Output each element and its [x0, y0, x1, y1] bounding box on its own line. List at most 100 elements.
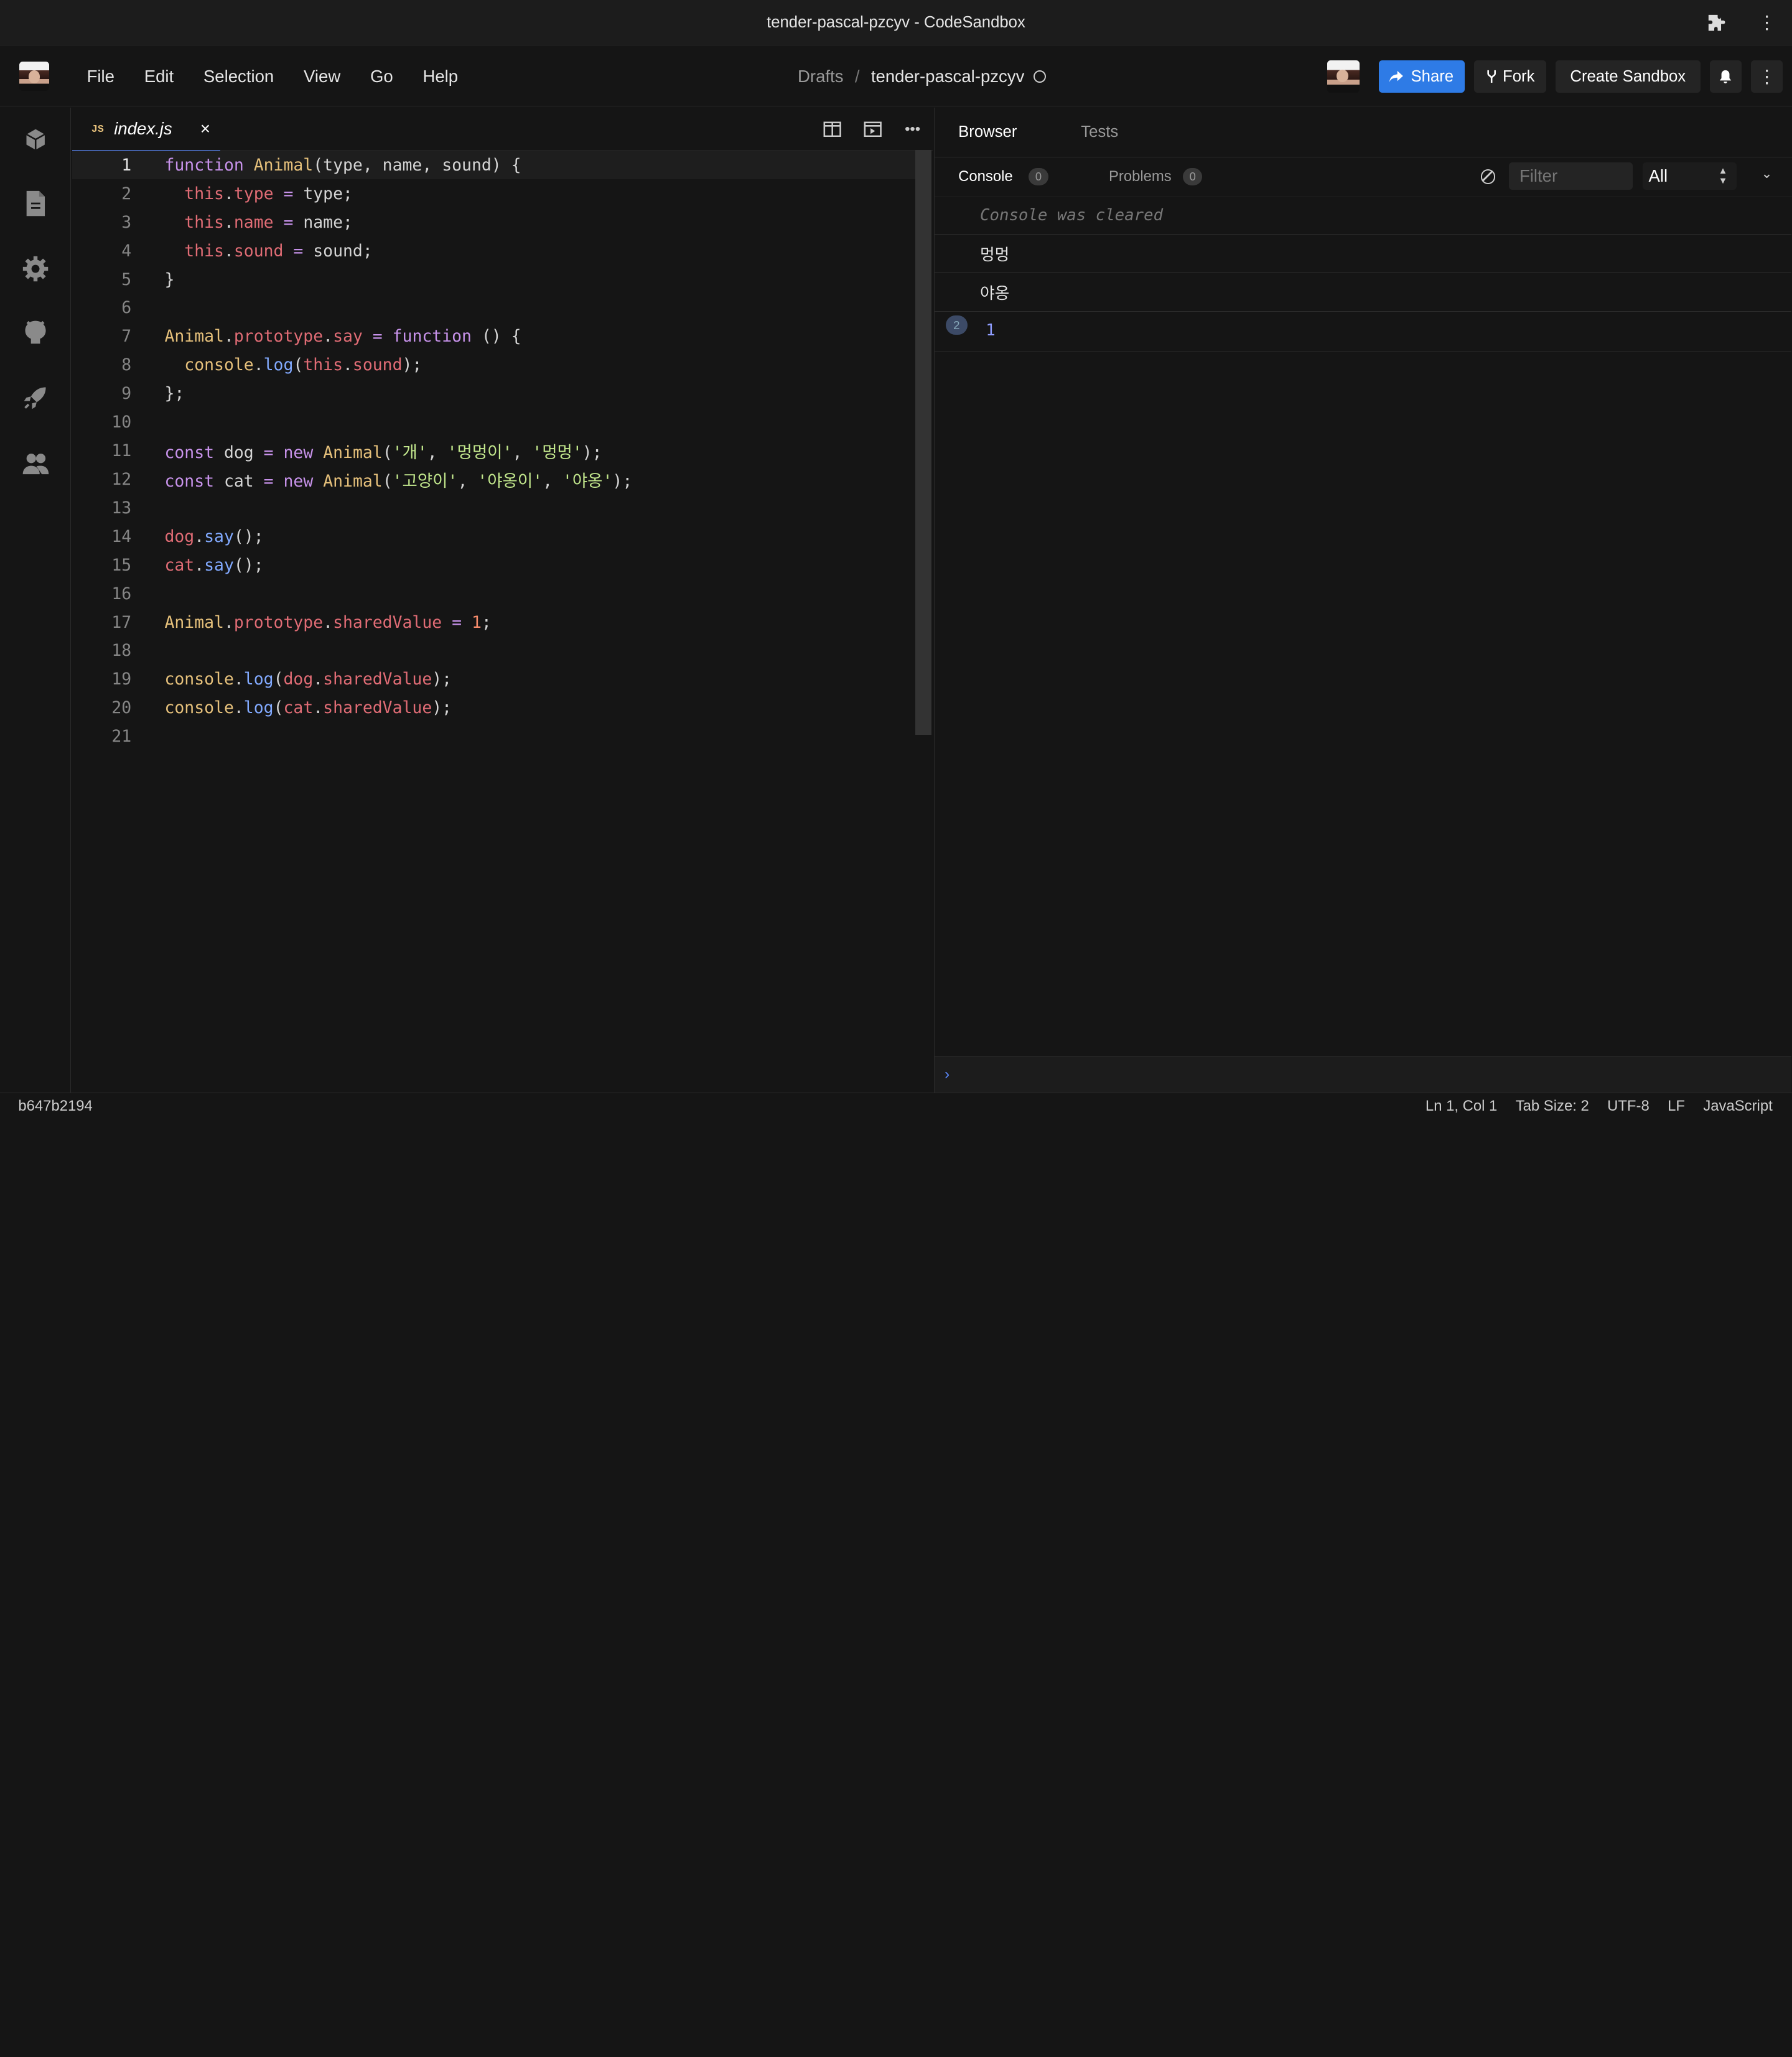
- language-mode[interactable]: JavaScript: [1703, 1098, 1772, 1115]
- tab-browser[interactable]: Browser: [958, 123, 1017, 141]
- menu-go[interactable]: Go: [355, 67, 408, 86]
- code-line[interactable]: 15 cat.say();: [72, 551, 915, 579]
- line-number: 5: [121, 269, 132, 289]
- line-number: 2: [121, 184, 132, 203]
- tab-size[interactable]: Tab Size: 2: [1516, 1098, 1589, 1115]
- code-line[interactable]: 10: [72, 408, 915, 437]
- line-content: cat.say();: [164, 555, 264, 575]
- fork-label: Fork: [1503, 67, 1535, 85]
- title-bar: tender-pascal-pzcyv - CodeSandbox ⋮: [0, 0, 1792, 46]
- line-number: 16: [111, 584, 132, 604]
- code-line[interactable]: 20 console.log(cat.sharedValue);: [72, 694, 915, 722]
- editor-toolbar: •••: [813, 108, 933, 151]
- code-line[interactable]: 5}: [72, 265, 915, 294]
- code-line[interactable]: 14 dog.say();: [72, 522, 915, 551]
- user-avatar[interactable]: [19, 61, 49, 91]
- settings-gear-icon[interactable]: [22, 255, 49, 282]
- code-line[interactable]: 9};: [72, 380, 915, 408]
- menu-view[interactable]: View: [289, 67, 355, 86]
- line-number: 11: [111, 441, 132, 461]
- code-line[interactable]: 4 this.sound = sound;: [72, 236, 915, 265]
- fork-button[interactable]: Fork: [1474, 60, 1546, 93]
- globe-icon[interactable]: [1034, 70, 1047, 83]
- tab-filename: index.js: [114, 119, 172, 139]
- sandbox-name[interactable]: tender-pascal-pzcyv: [871, 67, 1025, 86]
- code-line[interactable]: 7 Animal.prototype.say = function () {: [72, 322, 915, 351]
- github-icon[interactable]: [22, 319, 49, 346]
- sandbox-info-icon[interactable]: [22, 126, 49, 153]
- tab-index-js[interactable]: JS index.js ×: [72, 107, 221, 151]
- line-ending[interactable]: LF: [1668, 1098, 1685, 1115]
- create-sandbox-button[interactable]: Create Sandbox: [1555, 60, 1701, 93]
- extensions-icon[interactable]: [1691, 0, 1742, 45]
- status-bar: b647b2194 Ln 1, Col 1 Tab Size: 2 UTF-8 …: [0, 1092, 1792, 1120]
- activity-bar: [0, 107, 71, 1093]
- code-line[interactable]: 3 this.name = name;: [72, 208, 915, 236]
- console-cleared-message: Console was cleared: [980, 205, 1164, 225]
- menu-edit[interactable]: Edit: [129, 67, 189, 86]
- cursor-position[interactable]: Ln 1, Col 1: [1426, 1098, 1497, 1115]
- code-line[interactable]: 12 const cat = new Animal('고양이', '야옹이', '…: [72, 465, 915, 494]
- line-content: console.log(dog.sharedValue);: [164, 669, 452, 689]
- log-level-select[interactable]: All ▲ ▼: [1643, 162, 1737, 190]
- chevron-down-icon[interactable]: ⌄: [1761, 166, 1772, 182]
- line-number: 9: [121, 384, 132, 404]
- editor-tabs: JS index.js × •••: [72, 107, 933, 151]
- console-log-text: 야옹: [980, 285, 1010, 303]
- code-line[interactable]: 17 Animal.prototype.sharedValue = 1;: [72, 608, 915, 637]
- explorer-icon[interactable]: [22, 190, 49, 217]
- more-options-icon[interactable]: ⋮: [1750, 60, 1783, 93]
- file-encoding[interactable]: UTF-8: [1607, 1098, 1650, 1115]
- code-area[interactable]: 1 function Animal(type, name, sound) {2 t…: [72, 149, 933, 1093]
- tab-problems[interactable]: Problems 0: [1109, 168, 1203, 185]
- editor-scrollbar[interactable]: [915, 149, 931, 735]
- tab-tests[interactable]: Tests: [1081, 123, 1118, 141]
- breadcrumb-drafts[interactable]: Drafts: [798, 67, 843, 86]
- repeat-count-badge: 2: [945, 315, 968, 335]
- open-preview-icon[interactable]: [852, 121, 892, 138]
- line-number: 14: [111, 526, 132, 546]
- menu-help[interactable]: Help: [408, 67, 473, 86]
- line-content: this.type = type;: [184, 184, 353, 203]
- console-input[interactable]: ›: [934, 1056, 1792, 1093]
- code-editor: JS index.js × ••• 1 function Animal(type,…: [72, 107, 933, 1093]
- clear-console-icon[interactable]: [1480, 169, 1496, 184]
- code-line[interactable]: 1 function Animal(type, name, sound) {: [72, 151, 916, 180]
- close-tab-icon[interactable]: ×: [200, 119, 210, 139]
- line-number: 1: [121, 155, 132, 175]
- line-content: const cat = new Animal('고양이', '야옹이', '야옹…: [164, 471, 633, 491]
- line-content: this.name = name;: [184, 212, 353, 232]
- line-content: }: [164, 269, 175, 289]
- share-label: Share: [1411, 67, 1454, 85]
- live-collaboration-icon[interactable]: [22, 450, 49, 478]
- console-count-badge: 0: [1029, 168, 1048, 185]
- console-tab-label: Console: [958, 168, 1013, 185]
- code-line[interactable]: 6: [72, 294, 915, 322]
- code-line[interactable]: 13: [72, 493, 915, 522]
- share-icon: [1389, 70, 1403, 83]
- code-line[interactable]: 18: [72, 637, 915, 665]
- line-content: dog.say();: [164, 526, 264, 546]
- fork-icon: [1486, 70, 1496, 83]
- code-line[interactable]: 19 console.log(dog.sharedValue);: [72, 665, 915, 694]
- console-filter-input[interactable]: Filter: [1509, 162, 1633, 190]
- split-editor-icon[interactable]: [813, 121, 852, 138]
- more-vertical-icon[interactable]: ⋮: [1742, 0, 1792, 45]
- menu-selection[interactable]: Selection: [189, 67, 289, 86]
- code-line[interactable]: 8 console.log(this.sound);: [72, 351, 915, 380]
- collaborator-avatar[interactable]: [1327, 60, 1360, 93]
- code-line[interactable]: 2 this.type = type;: [72, 179, 915, 208]
- line-content: console.log(this.sound);: [184, 355, 422, 375]
- tab-console[interactable]: Console 0: [958, 168, 1048, 185]
- code-line[interactable]: 21: [72, 722, 915, 751]
- deploy-rocket-icon[interactable]: [22, 384, 49, 411]
- console-entry-cleared: Console was cleared: [934, 197, 1792, 235]
- menu-file[interactable]: File: [72, 67, 129, 86]
- code-line[interactable]: 16: [72, 579, 915, 608]
- console-log-text: 멍멍: [980, 246, 1010, 264]
- more-horizontal-icon[interactable]: •••: [892, 121, 932, 138]
- code-line[interactable]: 11 const dog = new Animal('개', '멍멍이', '멍멍…: [72, 437, 915, 465]
- line-number: 13: [111, 498, 132, 518]
- notifications-button[interactable]: [1709, 60, 1742, 93]
- share-button[interactable]: Share: [1379, 60, 1465, 93]
